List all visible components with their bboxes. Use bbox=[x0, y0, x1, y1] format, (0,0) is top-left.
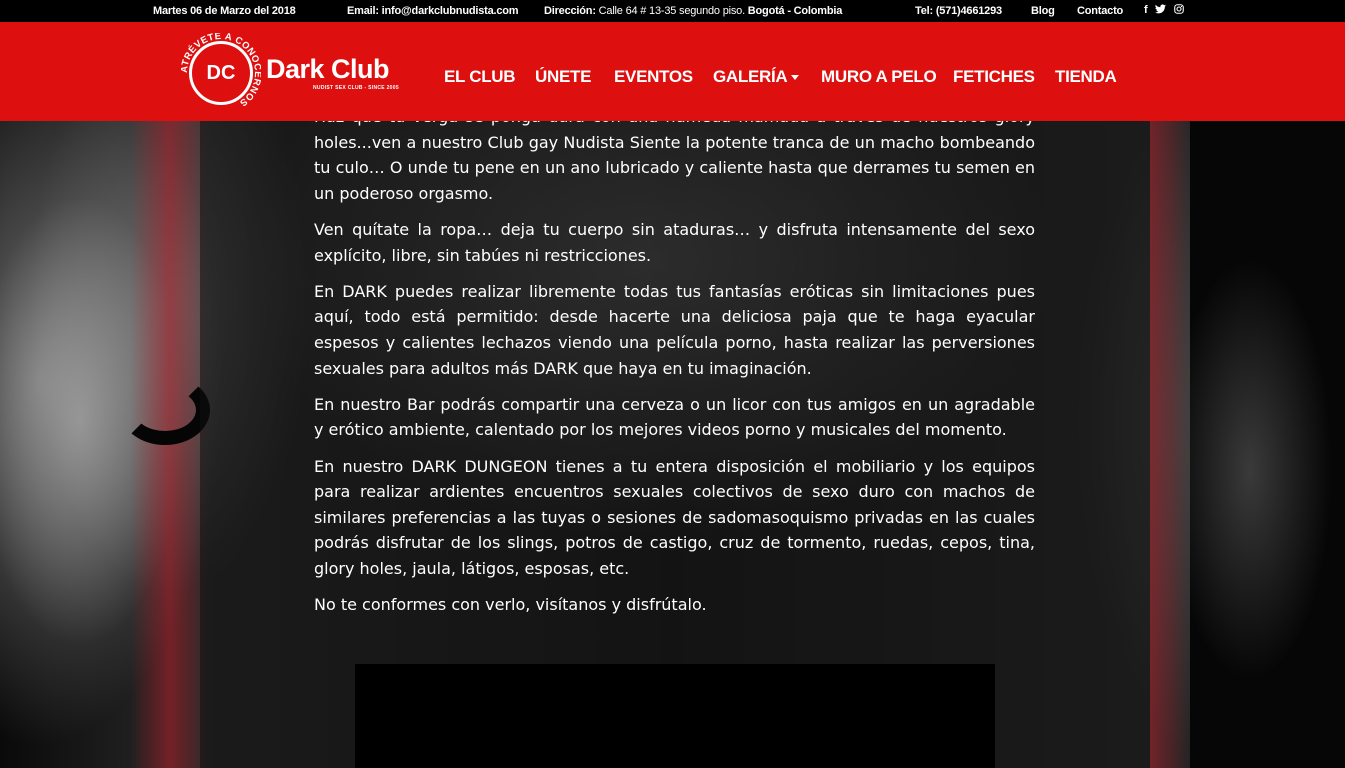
article-body: Haz que tu verga se ponga dura con una h… bbox=[314, 104, 1035, 628]
logo-name: Dark Club bbox=[266, 54, 390, 84]
contact-link[interactable]: Contacto bbox=[1077, 5, 1123, 17]
nav-item-eventos[interactable]: EVENTOS bbox=[614, 67, 693, 87]
instagram-icon[interactable] bbox=[1174, 4, 1185, 17]
twitter-icon[interactable] bbox=[1155, 4, 1167, 17]
facebook-icon[interactable]: f bbox=[1144, 4, 1148, 17]
nav-item-galeria-label: GALERÍA bbox=[713, 67, 788, 86]
address-label: Dirección: bbox=[544, 5, 596, 17]
video-embed[interactable] bbox=[355, 664, 995, 768]
logo-initials: DC bbox=[206, 61, 236, 84]
main-header: ATRÉVETE A CONOCERNOS DC Dark Club NUDIS… bbox=[0, 22, 1345, 121]
article-paragraph: En nuestro DARK DUNGEON tienes a tu ente… bbox=[314, 456, 1035, 578]
top-info-bar: Martes 06 de Marzo del 2018 Email: info@… bbox=[0, 0, 1345, 22]
article-paragraph: No te conformes con verlo, visítanos y d… bbox=[314, 595, 707, 615]
nav-item-galeria[interactable]: GALERÍA bbox=[713, 67, 800, 87]
address-info: Dirección: Calle 64 # 13-35 segundo piso… bbox=[544, 5, 842, 17]
background-red-tint-right bbox=[1150, 120, 1190, 768]
logo-badge: DC bbox=[189, 41, 253, 105]
nav-item-unete[interactable]: ÚNETE bbox=[535, 67, 591, 87]
social-links: f bbox=[1144, 4, 1185, 17]
address-value: Calle 64 # 13-35 segundo piso. bbox=[598, 5, 745, 17]
blog-link[interactable]: Blog bbox=[1031, 5, 1055, 17]
nav-item-tienda[interactable]: TIENDA bbox=[1055, 67, 1117, 87]
logo-tagline: NUDIST SEX CLUB - SINCE 2005 bbox=[313, 85, 399, 91]
phone-info: Tel: (571)4661293 bbox=[915, 5, 1002, 17]
current-date: Martes 06 de Marzo del 2018 bbox=[153, 5, 296, 17]
nav-item-el-club[interactable]: EL CLUB bbox=[444, 67, 516, 87]
nav-item-muro-a-pelo[interactable]: MURO A PELO bbox=[821, 67, 937, 87]
background-ring bbox=[120, 375, 210, 445]
email-label: Email: bbox=[347, 5, 379, 17]
chevron-down-icon bbox=[791, 75, 800, 81]
email-link[interactable]: info@darkclubnudista.com bbox=[382, 5, 519, 17]
phone-label: Tel: bbox=[915, 5, 933, 17]
article-paragraph: En DARK puedes realizar libremente todas… bbox=[314, 281, 1035, 378]
article-paragraph: En nuestro Bar podrás compartir una cerv… bbox=[314, 394, 1035, 440]
email-info: Email: info@darkclubnudista.com bbox=[347, 5, 519, 17]
nav-item-fetiches[interactable]: FETICHES bbox=[953, 67, 1035, 87]
article-paragraph: Ven quítate la ropa… deja tu cuerpo sin … bbox=[314, 219, 1035, 265]
address-city: Bogotá - Colombia bbox=[747, 5, 843, 17]
phone-value: (571)4661293 bbox=[935, 5, 1002, 17]
background-face-right bbox=[1190, 120, 1345, 768]
